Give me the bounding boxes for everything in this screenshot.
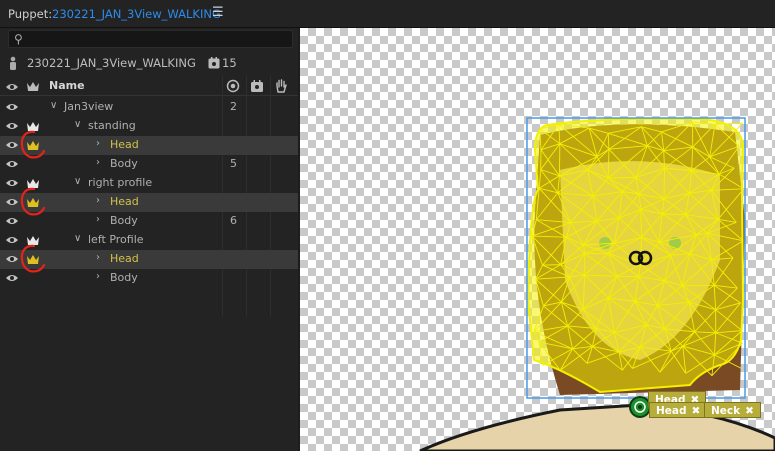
eye-icon[interactable] bbox=[5, 159, 19, 169]
hamburger-icon[interactable]: ☰ bbox=[212, 5, 224, 20]
tree-header: Name bbox=[0, 76, 298, 96]
panel-title-bar: Puppet: 230221_JAN_3View_WALKING ☰ bbox=[0, 0, 775, 28]
chevron-down-icon[interactable]: ∨ bbox=[74, 233, 81, 244]
eye-icon[interactable] bbox=[5, 102, 19, 112]
name-column-header[interactable]: Name bbox=[49, 79, 85, 92]
puppet-name-link[interactable]: 230221_JAN_3View_WALKING bbox=[52, 7, 221, 21]
puppet-summary: 230221_JAN_3View_WALKING 15 bbox=[0, 54, 298, 72]
origin-icon[interactable] bbox=[226, 79, 240, 93]
layer-name: Head bbox=[110, 138, 139, 151]
close-icon[interactable]: ✖ bbox=[692, 405, 701, 417]
tree-row[interactable]: › Body 5 bbox=[0, 155, 298, 174]
eye-icon[interactable] bbox=[5, 216, 19, 226]
chevron-right-icon[interactable]: › bbox=[96, 138, 100, 149]
eye-icon[interactable] bbox=[5, 140, 19, 150]
tree-row[interactable]: › Head bbox=[0, 187, 298, 216]
search-icon: ⚲ bbox=[14, 32, 23, 46]
hand-icon[interactable] bbox=[274, 79, 288, 93]
chevron-right-icon[interactable]: › bbox=[96, 214, 100, 225]
panel-label: Puppet: bbox=[8, 7, 53, 21]
chevron-down-icon[interactable]: ∨ bbox=[74, 176, 81, 187]
eye-icon[interactable] bbox=[5, 178, 19, 188]
scene-viewport[interactable]: Head ✖ Head ✖ Neck ✖ bbox=[300, 28, 775, 451]
close-icon[interactable]: ✖ bbox=[745, 405, 754, 417]
layer-name: left Profile bbox=[88, 233, 144, 246]
tree-row[interactable]: ∨ Jan3view 2 bbox=[0, 98, 298, 117]
layer-name: right profile bbox=[88, 176, 153, 189]
puppet-title: 230221_JAN_3View_WALKING bbox=[27, 56, 196, 70]
layer-value: 6 bbox=[230, 214, 237, 227]
tree-row[interactable]: › Body bbox=[0, 269, 298, 288]
layer-name: standing bbox=[88, 119, 136, 132]
head-handle-tag[interactable]: Head ✖ bbox=[649, 402, 708, 418]
person-icon bbox=[10, 56, 16, 70]
eye-icon[interactable] bbox=[5, 121, 19, 131]
eye-icon[interactable] bbox=[5, 197, 19, 207]
eye-icon[interactable] bbox=[5, 254, 19, 264]
chevron-right-icon[interactable]: › bbox=[96, 252, 100, 263]
layer-name: Body bbox=[110, 157, 138, 170]
tree-row[interactable]: › Head bbox=[0, 244, 298, 273]
chevron-down-icon[interactable]: ∨ bbox=[74, 119, 81, 130]
layer-name: Body bbox=[110, 271, 138, 284]
neck-handle-tag[interactable]: Neck ✖ bbox=[704, 402, 761, 418]
layer-name: Body bbox=[110, 214, 138, 227]
handle-count-icon bbox=[208, 57, 220, 69]
eye-icon[interactable] bbox=[5, 273, 19, 283]
handle-count: 15 bbox=[222, 56, 237, 70]
chevron-right-icon[interactable]: › bbox=[96, 195, 100, 206]
layer-value: 5 bbox=[230, 157, 237, 170]
chevron-right-icon[interactable]: › bbox=[96, 157, 100, 168]
layer-name: Head bbox=[110, 195, 139, 208]
eye-icon[interactable] bbox=[5, 235, 19, 245]
tree-row[interactable]: › Body 6 bbox=[0, 212, 298, 231]
layer-name: Jan3view bbox=[64, 100, 114, 113]
search-input[interactable]: ⚲ bbox=[8, 30, 293, 48]
crown-icon[interactable] bbox=[26, 79, 40, 93]
tree-row[interactable]: › Head bbox=[0, 130, 298, 159]
layer-name: Head bbox=[110, 252, 139, 265]
layer-value: 2 bbox=[230, 100, 237, 113]
handle-icon[interactable] bbox=[250, 79, 264, 93]
chevron-down-icon[interactable]: ∨ bbox=[50, 100, 57, 111]
chevron-right-icon[interactable]: › bbox=[96, 271, 100, 282]
puppet-panel: ⚲ 230221_JAN_3View_WALKING 15 Name ∨ Jan… bbox=[0, 28, 298, 451]
eye-icon[interactable] bbox=[5, 82, 19, 92]
